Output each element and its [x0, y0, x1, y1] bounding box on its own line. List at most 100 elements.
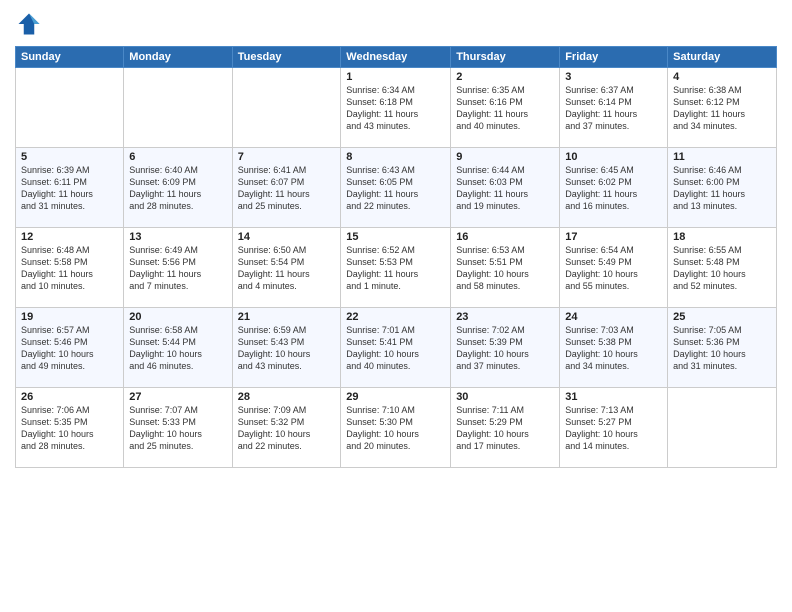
day-number: 29	[346, 391, 445, 403]
day-number: 17	[565, 231, 662, 243]
day-info: Sunrise: 7:06 AM Sunset: 5:35 PM Dayligh…	[21, 404, 118, 453]
day-number: 30	[456, 391, 554, 403]
day-info: Sunrise: 6:52 AM Sunset: 5:53 PM Dayligh…	[346, 244, 445, 293]
day-number: 19	[21, 311, 118, 323]
day-number: 9	[456, 151, 554, 163]
week-row-3: 12Sunrise: 6:48 AM Sunset: 5:58 PM Dayli…	[16, 228, 777, 308]
calendar-cell: 15Sunrise: 6:52 AM Sunset: 5:53 PM Dayli…	[341, 228, 451, 308]
header	[15, 10, 777, 38]
calendar-cell: 29Sunrise: 7:10 AM Sunset: 5:30 PM Dayli…	[341, 388, 451, 468]
day-info: Sunrise: 6:37 AM Sunset: 6:14 PM Dayligh…	[565, 84, 662, 133]
calendar-cell: 28Sunrise: 7:09 AM Sunset: 5:32 PM Dayli…	[232, 388, 341, 468]
day-info: Sunrise: 6:57 AM Sunset: 5:46 PM Dayligh…	[21, 324, 118, 373]
calendar-cell: 7Sunrise: 6:41 AM Sunset: 6:07 PM Daylig…	[232, 148, 341, 228]
calendar-cell: 2Sunrise: 6:35 AM Sunset: 6:16 PM Daylig…	[451, 68, 560, 148]
calendar-cell: 30Sunrise: 7:11 AM Sunset: 5:29 PM Dayli…	[451, 388, 560, 468]
day-number: 5	[21, 151, 118, 163]
weekday-header-sunday: Sunday	[16, 47, 124, 68]
day-number: 13	[129, 231, 226, 243]
day-info: Sunrise: 6:49 AM Sunset: 5:56 PM Dayligh…	[129, 244, 226, 293]
day-info: Sunrise: 6:41 AM Sunset: 6:07 PM Dayligh…	[238, 164, 336, 213]
day-number: 24	[565, 311, 662, 323]
day-info: Sunrise: 6:43 AM Sunset: 6:05 PM Dayligh…	[346, 164, 445, 213]
calendar-cell: 5Sunrise: 6:39 AM Sunset: 6:11 PM Daylig…	[16, 148, 124, 228]
day-info: Sunrise: 6:35 AM Sunset: 6:16 PM Dayligh…	[456, 84, 554, 133]
day-info: Sunrise: 6:44 AM Sunset: 6:03 PM Dayligh…	[456, 164, 554, 213]
day-number: 3	[565, 71, 662, 83]
calendar-cell	[232, 68, 341, 148]
day-info: Sunrise: 6:58 AM Sunset: 5:44 PM Dayligh…	[129, 324, 226, 373]
day-number: 10	[565, 151, 662, 163]
day-info: Sunrise: 7:01 AM Sunset: 5:41 PM Dayligh…	[346, 324, 445, 373]
day-info: Sunrise: 6:54 AM Sunset: 5:49 PM Dayligh…	[565, 244, 662, 293]
day-number: 8	[346, 151, 445, 163]
day-number: 31	[565, 391, 662, 403]
calendar-cell: 17Sunrise: 6:54 AM Sunset: 5:49 PM Dayli…	[560, 228, 668, 308]
calendar-cell	[124, 68, 232, 148]
calendar-cell	[668, 388, 777, 468]
calendar-cell: 24Sunrise: 7:03 AM Sunset: 5:38 PM Dayli…	[560, 308, 668, 388]
week-row-2: 5Sunrise: 6:39 AM Sunset: 6:11 PM Daylig…	[16, 148, 777, 228]
day-info: Sunrise: 7:07 AM Sunset: 5:33 PM Dayligh…	[129, 404, 226, 453]
calendar-cell: 4Sunrise: 6:38 AM Sunset: 6:12 PM Daylig…	[668, 68, 777, 148]
day-info: Sunrise: 6:59 AM Sunset: 5:43 PM Dayligh…	[238, 324, 336, 373]
day-number: 16	[456, 231, 554, 243]
day-number: 27	[129, 391, 226, 403]
day-info: Sunrise: 7:03 AM Sunset: 5:38 PM Dayligh…	[565, 324, 662, 373]
day-info: Sunrise: 7:13 AM Sunset: 5:27 PM Dayligh…	[565, 404, 662, 453]
day-number: 20	[129, 311, 226, 323]
day-number: 28	[238, 391, 336, 403]
calendar-cell: 6Sunrise: 6:40 AM Sunset: 6:09 PM Daylig…	[124, 148, 232, 228]
week-row-4: 19Sunrise: 6:57 AM Sunset: 5:46 PM Dayli…	[16, 308, 777, 388]
calendar-cell: 3Sunrise: 6:37 AM Sunset: 6:14 PM Daylig…	[560, 68, 668, 148]
day-info: Sunrise: 7:02 AM Sunset: 5:39 PM Dayligh…	[456, 324, 554, 373]
day-info: Sunrise: 6:34 AM Sunset: 6:18 PM Dayligh…	[346, 84, 445, 133]
logo-icon	[15, 10, 43, 38]
calendar-cell: 18Sunrise: 6:55 AM Sunset: 5:48 PM Dayli…	[668, 228, 777, 308]
week-row-5: 26Sunrise: 7:06 AM Sunset: 5:35 PM Dayli…	[16, 388, 777, 468]
day-number: 18	[673, 231, 771, 243]
calendar-cell: 12Sunrise: 6:48 AM Sunset: 5:58 PM Dayli…	[16, 228, 124, 308]
calendar-cell: 19Sunrise: 6:57 AM Sunset: 5:46 PM Dayli…	[16, 308, 124, 388]
day-info: Sunrise: 7:11 AM Sunset: 5:29 PM Dayligh…	[456, 404, 554, 453]
calendar-cell: 31Sunrise: 7:13 AM Sunset: 5:27 PM Dayli…	[560, 388, 668, 468]
day-info: Sunrise: 6:40 AM Sunset: 6:09 PM Dayligh…	[129, 164, 226, 213]
logo	[15, 10, 47, 38]
day-info: Sunrise: 6:48 AM Sunset: 5:58 PM Dayligh…	[21, 244, 118, 293]
day-number: 14	[238, 231, 336, 243]
day-number: 1	[346, 71, 445, 83]
day-info: Sunrise: 7:10 AM Sunset: 5:30 PM Dayligh…	[346, 404, 445, 453]
calendar-cell: 27Sunrise: 7:07 AM Sunset: 5:33 PM Dayli…	[124, 388, 232, 468]
calendar-cell: 10Sunrise: 6:45 AM Sunset: 6:02 PM Dayli…	[560, 148, 668, 228]
calendar-cell: 8Sunrise: 6:43 AM Sunset: 6:05 PM Daylig…	[341, 148, 451, 228]
calendar-cell: 23Sunrise: 7:02 AM Sunset: 5:39 PM Dayli…	[451, 308, 560, 388]
calendar-cell: 16Sunrise: 6:53 AM Sunset: 5:51 PM Dayli…	[451, 228, 560, 308]
day-number: 4	[673, 71, 771, 83]
weekday-header-monday: Monday	[124, 47, 232, 68]
weekday-header-tuesday: Tuesday	[232, 47, 341, 68]
day-info: Sunrise: 6:53 AM Sunset: 5:51 PM Dayligh…	[456, 244, 554, 293]
weekday-header-saturday: Saturday	[668, 47, 777, 68]
day-number: 21	[238, 311, 336, 323]
calendar-cell: 25Sunrise: 7:05 AM Sunset: 5:36 PM Dayli…	[668, 308, 777, 388]
calendar-cell: 9Sunrise: 6:44 AM Sunset: 6:03 PM Daylig…	[451, 148, 560, 228]
weekday-header-thursday: Thursday	[451, 47, 560, 68]
day-info: Sunrise: 6:50 AM Sunset: 5:54 PM Dayligh…	[238, 244, 336, 293]
day-info: Sunrise: 6:38 AM Sunset: 6:12 PM Dayligh…	[673, 84, 771, 133]
day-number: 11	[673, 151, 771, 163]
calendar-cell: 20Sunrise: 6:58 AM Sunset: 5:44 PM Dayli…	[124, 308, 232, 388]
day-number: 25	[673, 311, 771, 323]
calendar-cell: 13Sunrise: 6:49 AM Sunset: 5:56 PM Dayli…	[124, 228, 232, 308]
day-number: 7	[238, 151, 336, 163]
day-info: Sunrise: 6:45 AM Sunset: 6:02 PM Dayligh…	[565, 164, 662, 213]
day-number: 6	[129, 151, 226, 163]
calendar-cell: 22Sunrise: 7:01 AM Sunset: 5:41 PM Dayli…	[341, 308, 451, 388]
day-info: Sunrise: 7:05 AM Sunset: 5:36 PM Dayligh…	[673, 324, 771, 373]
day-number: 22	[346, 311, 445, 323]
day-info: Sunrise: 7:09 AM Sunset: 5:32 PM Dayligh…	[238, 404, 336, 453]
week-row-1: 1Sunrise: 6:34 AM Sunset: 6:18 PM Daylig…	[16, 68, 777, 148]
calendar-cell: 26Sunrise: 7:06 AM Sunset: 5:35 PM Dayli…	[16, 388, 124, 468]
calendar-cell: 1Sunrise: 6:34 AM Sunset: 6:18 PM Daylig…	[341, 68, 451, 148]
day-number: 2	[456, 71, 554, 83]
day-info: Sunrise: 6:55 AM Sunset: 5:48 PM Dayligh…	[673, 244, 771, 293]
